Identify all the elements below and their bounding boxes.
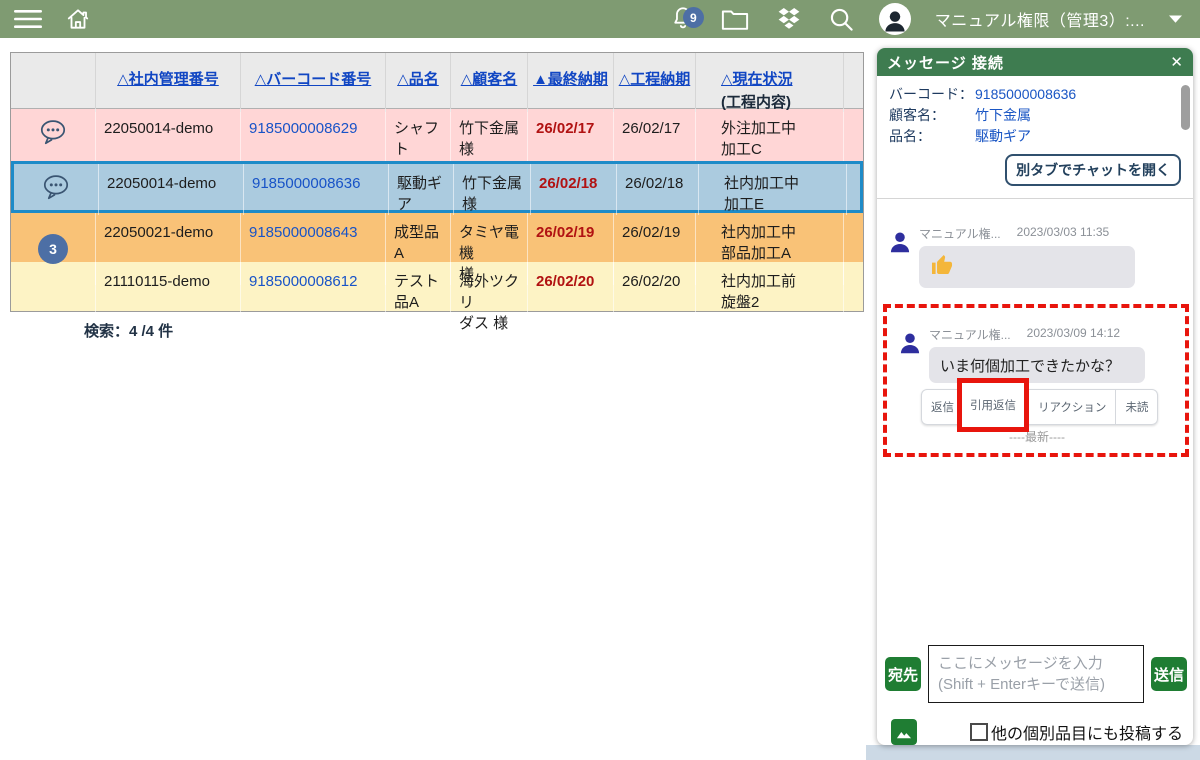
top-navigation-bar: 9 マニュアル権限（管理3）:... bbox=[0, 0, 1200, 38]
barcode-link[interactable]: 9185000008612 bbox=[249, 273, 357, 290]
message-timestamp: 2023/03/09 14:12 bbox=[1027, 326, 1120, 343]
mgmt-number-cell: 22050014-demo bbox=[99, 164, 244, 215]
process-due-cell: 26/02/18 bbox=[617, 164, 699, 215]
header-chat-col bbox=[11, 53, 96, 112]
notification-count-badge: 9 bbox=[683, 7, 704, 28]
reaction-button[interactable]: リアクション bbox=[1028, 389, 1116, 425]
message-panel: メッセージ 接続 ✕ バーコード： 9185000008636 顧客名： 竹下金… bbox=[877, 48, 1193, 745]
sort-customer-name[interactable]: △顧客名 bbox=[461, 68, 518, 112]
product-value: 駆動ギア bbox=[975, 126, 1031, 147]
folder-icon[interactable] bbox=[720, 6, 750, 32]
hamburger-menu-icon[interactable] bbox=[14, 9, 42, 29]
table-row[interactable]: 3 22050021-demo 9185000008643 成型品A タミヤ電機… bbox=[11, 213, 863, 262]
barcode-link[interactable]: 9185000008636 bbox=[252, 175, 360, 192]
barcode-label: バーコード： bbox=[889, 84, 975, 105]
item-info-section: バーコード： 9185000008636 顧客名： 竹下金属 品名： 駆動ギア … bbox=[877, 76, 1193, 199]
table-row[interactable]: 21110115-demo 9185000008612 テスト品A 海外ツクリ … bbox=[11, 262, 863, 311]
app-window: 9 マニュアル権限（管理3）:... △社内管理番号 △バーコード bbox=[0, 0, 1200, 760]
message-list: マニュアル権... 2023/03/03 11:35 マニュアル権... bbox=[877, 199, 1193, 645]
process-due-cell: 26/02/17 bbox=[614, 109, 696, 161]
chat-bubble-icon[interactable] bbox=[40, 172, 72, 208]
barcode-link[interactable]: 9185000008629 bbox=[249, 120, 357, 137]
background-strip bbox=[866, 745, 1200, 760]
message-sender: マニュアル権... bbox=[919, 225, 1001, 242]
product-label: 品名： bbox=[889, 126, 975, 147]
message-bubble bbox=[919, 246, 1135, 288]
message-panel-header: メッセージ 接続 ✕ bbox=[877, 48, 1193, 76]
message-input[interactable] bbox=[928, 645, 1144, 703]
thumbs-up-emoji bbox=[930, 253, 954, 281]
final-due-cell: 26/02/20 bbox=[536, 273, 594, 290]
sort-final-due[interactable]: ▲最終納期 bbox=[533, 68, 608, 112]
unread-count-badge[interactable]: 3 bbox=[38, 234, 68, 264]
product-cell: シャフト bbox=[386, 109, 451, 161]
user-avatar[interactable] bbox=[879, 3, 911, 35]
product-cell: 駆動ギア bbox=[389, 164, 454, 215]
send-button[interactable]: 送信 bbox=[1151, 657, 1187, 691]
process-due-cell: 26/02/20 bbox=[614, 262, 696, 334]
search-result-count: 検索：4 /4 件 bbox=[84, 320, 173, 341]
sort-process-due[interactable]: △工程納期 bbox=[619, 68, 691, 112]
quote-reply-highlight-box[interactable]: 引用返信 bbox=[957, 378, 1029, 432]
chat-message: マニュアル権... 2023/03/09 14:12 いま何個加工できたかな？ bbox=[895, 326, 1179, 383]
panel-scrollbar[interactable] bbox=[1181, 85, 1190, 130]
latest-marker: ----最新---- bbox=[895, 428, 1179, 445]
user-name-label: マニュアル権限（管理3）:... bbox=[935, 7, 1145, 31]
barcode-link[interactable]: 9185000008643 bbox=[249, 224, 357, 241]
customer-value: 竹下金属 bbox=[975, 105, 1031, 126]
final-due-cell: 26/02/19 bbox=[536, 224, 594, 241]
highlighted-message-region: マニュアル権... 2023/03/09 14:12 いま何個加工できたかな？ … bbox=[883, 304, 1189, 457]
recipient-button[interactable]: 宛先 bbox=[885, 657, 921, 691]
message-timestamp: 2023/03/03 11:35 bbox=[1017, 225, 1110, 242]
broadcast-checkbox[interactable] bbox=[970, 723, 988, 741]
customer-cell: 海外ツクリ ダス 様 bbox=[451, 262, 528, 334]
table-header-row: △社内管理番号 △バーコード番号 △品名 △顧客名 ▲最終納期 △工程納期 △現… bbox=[11, 53, 863, 109]
person-avatar-icon bbox=[887, 229, 913, 260]
status-cell: 外注加工中 加工C bbox=[696, 109, 844, 161]
final-due-cell: 26/02/17 bbox=[536, 120, 594, 137]
unread-button[interactable]: 未読 bbox=[1115, 389, 1158, 425]
product-cell: テスト品A bbox=[386, 262, 451, 334]
sort-mgmt-number[interactable]: △社内管理番号 bbox=[117, 68, 219, 112]
message-composer: 宛先 送信 bbox=[877, 645, 1193, 703]
table-row-selected[interactable]: 22050014-demo 9185000008636 駆動ギア 竹下金属 様 … bbox=[11, 161, 863, 213]
status-cell: 社内加工前 旋盤2 bbox=[696, 262, 844, 334]
search-icon[interactable] bbox=[828, 6, 855, 33]
notification-bell-icon[interactable]: 9 bbox=[670, 5, 696, 33]
sort-product-name[interactable]: △品名 bbox=[397, 68, 439, 112]
mgmt-number-cell: 22050014-demo bbox=[96, 109, 241, 161]
status-cell: 社内加工中 加工E bbox=[699, 164, 847, 215]
broadcast-checkbox-label: 他の個別品目にも投稿する bbox=[991, 720, 1183, 744]
close-icon[interactable]: ✕ bbox=[1170, 53, 1183, 71]
attach-image-icon[interactable] bbox=[891, 719, 917, 745]
chat-bubble-icon[interactable] bbox=[37, 117, 69, 153]
panel-title: メッセージ 接続 bbox=[887, 52, 1004, 73]
work-items-table: △社内管理番号 △バーコード番号 △品名 △顧客名 ▲最終納期 △工程納期 △現… bbox=[10, 52, 864, 312]
chat-message: マニュアル権... 2023/03/03 11:35 bbox=[885, 225, 1185, 288]
barcode-value: 9185000008636 bbox=[975, 84, 1076, 105]
chevron-down-icon[interactable] bbox=[1169, 15, 1182, 23]
message-sender: マニュアル権... bbox=[929, 326, 1011, 343]
customer-cell: 竹下金属 様 bbox=[454, 164, 531, 215]
sort-current-status[interactable]: △現在状況 bbox=[721, 68, 793, 89]
table-row[interactable]: 22050014-demo 9185000008629 シャフト 竹下金属 様 … bbox=[11, 109, 863, 161]
composer-options: 他の個別品目にも投稿する bbox=[877, 703, 1193, 745]
customer-cell: 竹下金属 様 bbox=[451, 109, 528, 161]
open-chat-new-tab-button[interactable]: 別タブでチャットを開く bbox=[1005, 154, 1181, 186]
sort-barcode-number[interactable]: △バーコード番号 bbox=[255, 68, 372, 112]
home-icon[interactable] bbox=[64, 6, 92, 32]
person-avatar-icon bbox=[897, 330, 923, 361]
customer-label: 顧客名： bbox=[889, 105, 975, 126]
final-due-cell: 26/02/18 bbox=[539, 175, 597, 192]
dropbox-icon[interactable] bbox=[774, 6, 804, 32]
